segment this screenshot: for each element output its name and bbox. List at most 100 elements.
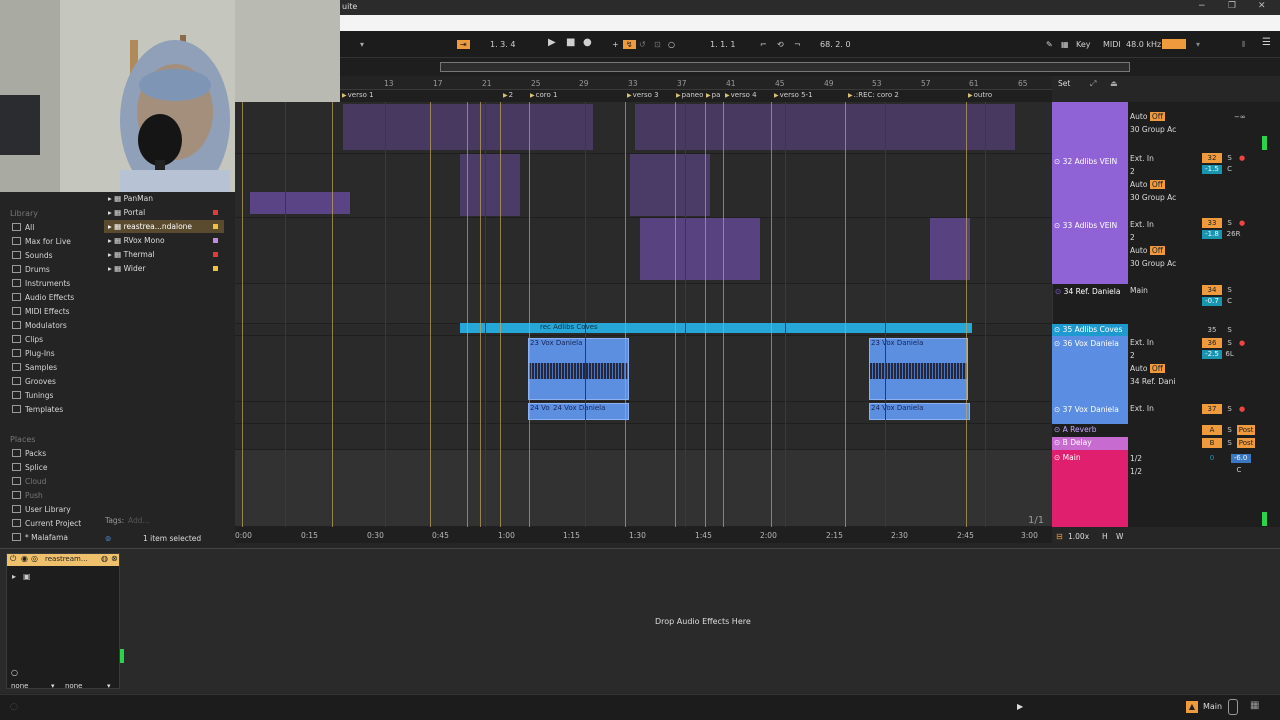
play-arrow-icon[interactable]: ▶ xyxy=(1017,702,1023,711)
library-item-audio-effects[interactable]: Audio Effects xyxy=(12,293,74,302)
library-item-all[interactable]: All xyxy=(12,223,34,232)
record-icon[interactable]: ● xyxy=(583,37,592,48)
solo-button[interactable]: S xyxy=(1225,153,1235,163)
post-button[interactable]: Post xyxy=(1237,438,1256,448)
track-name[interactable]: Main xyxy=(1063,453,1081,462)
arrangement-position[interactable]: 1. 3. 4 xyxy=(490,40,515,49)
punch-out-icon[interactable]: ¬ xyxy=(794,40,801,49)
audio-clip[interactable] xyxy=(635,104,1015,150)
monitor-label[interactable]: Auto xyxy=(1130,180,1147,189)
audio-clip[interactable] xyxy=(640,218,760,280)
arm-icon[interactable]: ● xyxy=(1237,338,1247,348)
off-button[interactable]: Off xyxy=(1149,180,1165,189)
draw-mode-icon[interactable]: ✎ xyxy=(1046,40,1053,49)
track-lane[interactable] xyxy=(235,424,1052,450)
audio-clip-vox-daniela[interactable]: 24 Vo 24 Vox Daniela xyxy=(528,403,629,420)
loop-icon[interactable]: ⟲ xyxy=(777,40,784,49)
track-name[interactable]: B Delay xyxy=(1063,438,1092,447)
input-select[interactable]: none xyxy=(11,682,28,690)
volume-readout[interactable]: -2.5 xyxy=(1202,350,1222,359)
locator[interactable]: pa xyxy=(706,91,721,99)
solo-button[interactable]: S xyxy=(1225,338,1235,348)
fold-icon[interactable]: ⊙ xyxy=(1054,157,1063,166)
arm-icon[interactable]: ● xyxy=(1237,218,1247,228)
track-number[interactable]: 37 xyxy=(1202,404,1222,414)
volume-readout[interactable]: -1.8 xyxy=(1202,230,1222,239)
overview-viewport[interactable] xyxy=(440,62,1130,72)
lock-icon[interactable]: ⏏ xyxy=(1110,79,1118,88)
midi-map-button[interactable]: MIDI xyxy=(1103,40,1121,49)
stop-icon[interactable]: ■ xyxy=(566,37,575,48)
input-select[interactable]: Ext. In xyxy=(1130,218,1200,231)
audio-clip-vox-daniela[interactable]: 23 Vox Daniela xyxy=(869,338,968,400)
track-number[interactable]: 32 xyxy=(1202,153,1222,163)
warning-icon[interactable]: ▲ xyxy=(1186,701,1198,713)
fold-icon[interactable]: ⊙ xyxy=(1054,339,1063,348)
track-header[interactable]: ⊙ 33 Adlibs VEIN xyxy=(1052,218,1128,284)
device-close-icon[interactable]: ⊗ xyxy=(111,554,118,563)
library-item-max-for-live[interactable]: Max for Live xyxy=(12,237,71,246)
output-select[interactable]: 1/2 xyxy=(1130,465,1200,478)
channel-select[interactable]: 2 xyxy=(1130,349,1200,362)
off-button[interactable]: Off xyxy=(1149,246,1165,255)
pan-readout[interactable]: 26R xyxy=(1225,229,1243,239)
file-item-selected[interactable]: ▸ ▦ reastrea...ndalone xyxy=(104,220,224,233)
track-name[interactable]: 32 Adlibs VEIN xyxy=(1063,157,1118,166)
main-track-header[interactable]: ⊙ Main xyxy=(1052,450,1128,527)
arm-icon[interactable]: ● xyxy=(1237,404,1247,414)
file-item[interactable]: ▸ ▦ PanMan xyxy=(104,192,224,205)
locator[interactable]: verso 1 xyxy=(342,91,374,99)
monitor-label[interactable]: Auto xyxy=(1130,246,1147,255)
track-number[interactable]: 33 xyxy=(1202,218,1222,228)
place-item-cloud[interactable]: Cloud xyxy=(12,477,46,486)
reenable-icon[interactable]: ↺ xyxy=(639,40,646,49)
locator[interactable]: .:REC: coro 2 xyxy=(848,91,899,99)
volume-readout[interactable]: -1.5 xyxy=(1202,165,1222,174)
audio-clip[interactable] xyxy=(343,104,593,150)
post-button[interactable]: Post xyxy=(1237,425,1256,435)
pan-readout[interactable]: C xyxy=(1225,296,1235,306)
locator[interactable]: 2 xyxy=(503,91,513,99)
track-header[interactable] xyxy=(1052,102,1128,154)
track-header[interactable]: ⊙ 37 Vox Daniela xyxy=(1052,402,1128,424)
track-name[interactable]: 35 Adlibs Coves xyxy=(1063,325,1123,334)
beat-ruler[interactable]: 13 17 21 25 29 33 37 41 45 49 53 57 61 6… xyxy=(340,76,1052,90)
fold-icon[interactable]: ◉ xyxy=(21,554,28,563)
minimize-button[interactable]: − xyxy=(1198,1,1206,11)
place-item-push[interactable]: Push xyxy=(12,491,43,500)
place-item-packs[interactable]: Packs xyxy=(12,449,46,458)
library-item-sounds[interactable]: Sounds xyxy=(12,251,53,260)
library-item-grooves[interactable]: Grooves xyxy=(12,377,56,386)
output-select[interactable]: 30 Group Ac xyxy=(1130,191,1200,204)
power-icon[interactable]: ⏻ xyxy=(10,554,16,564)
track-header[interactable]: ⊙ 34 Ref. Daniela xyxy=(1052,284,1128,324)
zoom-icon[interactable]: ⊟ xyxy=(1056,532,1063,541)
return-track-header[interactable]: ⊙ A Reverb xyxy=(1052,424,1128,437)
input-select[interactable]: Ext. In xyxy=(1130,336,1200,349)
track-lane[interactable] xyxy=(235,284,1052,324)
arrangement-overview[interactable] xyxy=(340,58,1280,76)
file-item[interactable]: ▸ ▦ Portal xyxy=(104,206,224,219)
keyboard-icon[interactable]: ▦ xyxy=(1061,40,1069,49)
off-button[interactable]: Off xyxy=(1149,364,1165,373)
audio-clip-adlibs-coves[interactable]: rec Adlibs Coves xyxy=(460,323,972,333)
drop-zone-text[interactable]: Drop Audio Effects Here xyxy=(655,617,751,626)
library-item-midi-effects[interactable]: MIDI Effects xyxy=(12,307,70,316)
fold-icon[interactable]: ⊙ xyxy=(1055,287,1064,296)
file-item[interactable]: ▸ ▦ Wider xyxy=(104,262,224,275)
save-icon[interactable]: ▣ xyxy=(23,572,31,581)
tags-add-input[interactable]: Add... xyxy=(128,516,150,525)
volume-readout[interactable]: −∞ xyxy=(1234,112,1246,122)
fold-icon[interactable]: ⊙ xyxy=(1054,438,1063,447)
track-name[interactable]: 34 Ref. Daniela xyxy=(1064,287,1121,296)
audio-clip-vox-daniela[interactable]: 23 Vox Daniela xyxy=(528,338,629,400)
track-number[interactable]: 34 xyxy=(1202,285,1222,295)
maximize-button[interactable]: ❐ xyxy=(1228,1,1236,11)
pan-readout[interactable]: 6L xyxy=(1225,349,1235,359)
main-lane[interactable] xyxy=(235,450,1052,527)
session-record-icon[interactable]: ○ xyxy=(668,40,675,49)
grid-icon[interactable]: ▦ xyxy=(1250,700,1259,711)
channel-select[interactable]: 2 xyxy=(1130,165,1200,178)
solo-button[interactable]: S xyxy=(1225,425,1235,435)
channel-select[interactable]: 2 xyxy=(1130,231,1200,244)
